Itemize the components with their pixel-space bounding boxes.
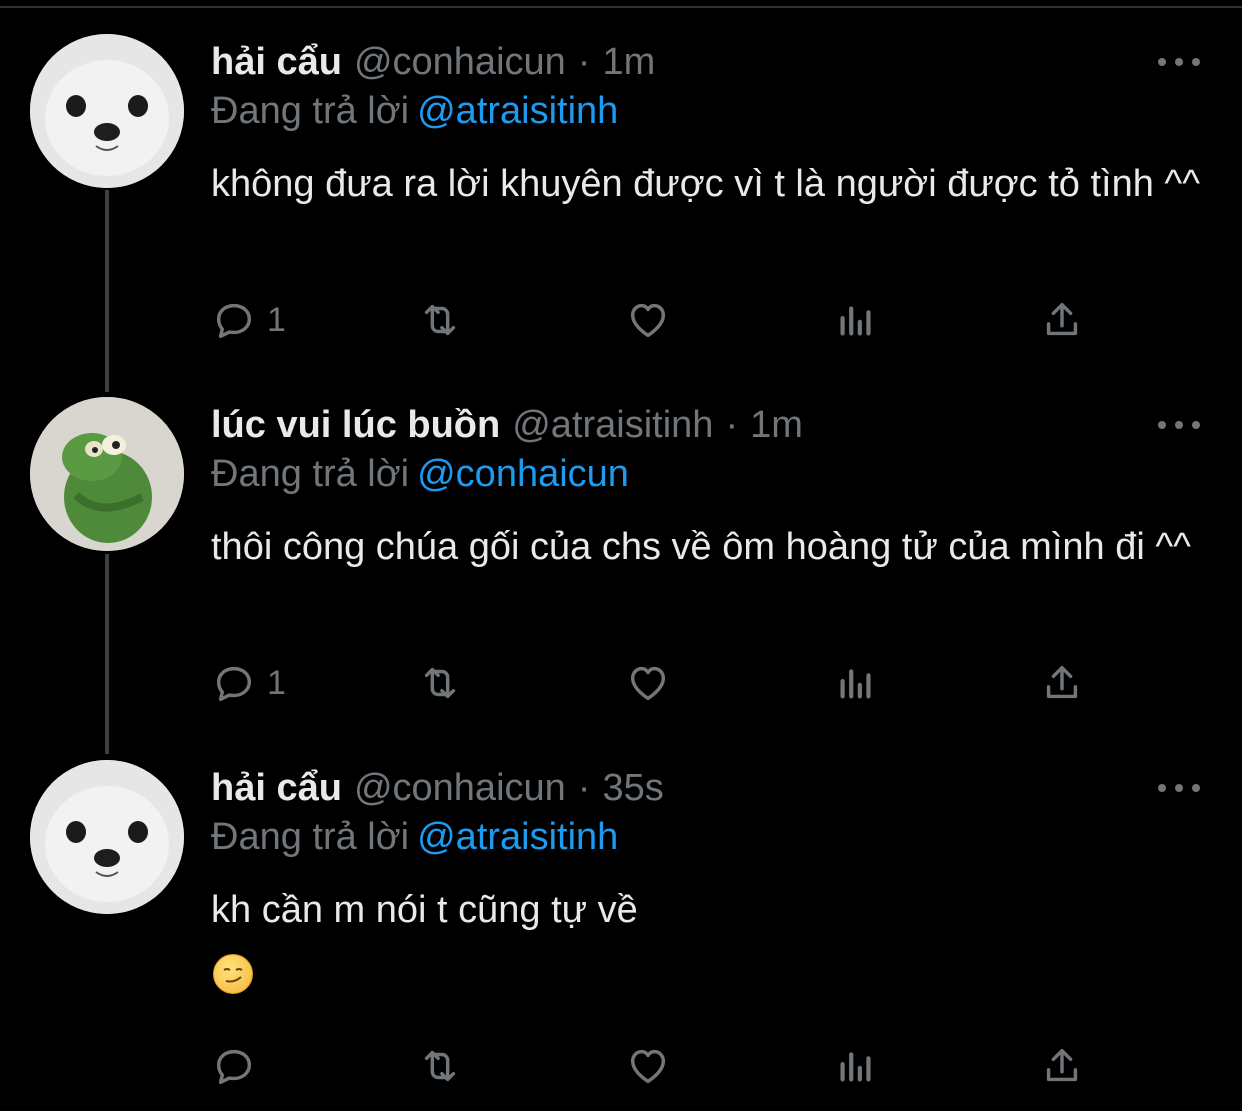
tweet-header: lúc vui lúc buồn @atraisitinh · 1m — [211, 395, 803, 455]
tweet-actions: 1 — [211, 653, 1091, 713]
display-name[interactable]: hải cẩu — [211, 41, 342, 84]
display-name[interactable]: hải cẩu — [211, 767, 342, 810]
share-button[interactable] — [1039, 653, 1085, 713]
seal-avatar[interactable] — [30, 760, 184, 914]
retweet-icon — [424, 1050, 456, 1082]
analytics-button[interactable] — [833, 653, 879, 713]
separator: · — [577, 40, 591, 83]
more-icon[interactable] — [1158, 778, 1200, 798]
mention-link[interactable]: @atraisitinh — [417, 90, 618, 132]
like-icon — [630, 666, 666, 701]
analytics-button[interactable] — [833, 290, 879, 350]
replying-to: Đang trả lời @atraisitinh — [211, 816, 618, 859]
like-button[interactable] — [625, 1036, 671, 1096]
top-divider — [0, 0, 1242, 8]
replying-to-label: Đang trả lời — [211, 90, 410, 132]
share-button[interactable] — [1039, 1036, 1085, 1096]
retweet-icon — [424, 667, 456, 699]
replying-to-label: Đang trả lời — [211, 816, 410, 858]
display-name[interactable]: lúc vui lúc buồn — [211, 404, 500, 447]
like-button[interactable] — [625, 290, 671, 350]
timestamp[interactable]: 1m — [602, 41, 655, 84]
reply-icon — [216, 666, 252, 702]
seal-avatar[interactable] — [30, 34, 184, 188]
share-icon — [1046, 665, 1078, 699]
analytics-button[interactable] — [833, 1036, 879, 1096]
timestamp[interactable]: 1m — [750, 404, 803, 447]
share-button[interactable] — [1039, 290, 1085, 350]
like-button[interactable] — [625, 653, 671, 713]
replying-to: Đang trả lời @conhaicun — [211, 453, 629, 496]
tweet[interactable]: hải cẩu @conhaicun · 1m Đang trả lời @atr… — [0, 32, 1242, 372]
more-icon[interactable] — [1158, 52, 1200, 72]
reply-icon — [216, 303, 252, 339]
user-handle[interactable]: @atraisitinh — [512, 404, 713, 447]
user-handle[interactable]: @conhaicun — [354, 41, 566, 84]
retweet-button[interactable] — [417, 1036, 463, 1096]
user-handle[interactable]: @conhaicun — [354, 767, 566, 810]
replying-to: Đang trả lời @atraisitinh — [211, 90, 618, 133]
tweet[interactable]: hải cẩu @conhaicun · 35s Đang trả lời @at… — [0, 758, 1242, 1098]
like-icon — [630, 303, 666, 338]
share-icon — [1046, 302, 1078, 336]
reply-icon — [216, 1049, 252, 1085]
tweet-text: thôi công chúa gối của chs về ôm hoàng t… — [211, 526, 1192, 568]
green-frog-avatar[interactable] — [30, 397, 184, 551]
separator: · — [725, 403, 739, 446]
separator: · — [577, 766, 591, 809]
analytics-icon — [840, 306, 871, 336]
smirking-face-emoji — [213, 954, 253, 994]
retweet-button[interactable] — [417, 653, 463, 713]
reply-button[interactable]: 1 — [211, 653, 286, 713]
mention-link[interactable]: @conhaicun — [417, 453, 629, 495]
reply-button[interactable]: 1 — [211, 290, 286, 350]
reply-button[interactable] — [211, 1036, 257, 1096]
more-icon[interactable] — [1158, 415, 1200, 435]
tweet-actions — [211, 1036, 1091, 1096]
tweet[interactable]: lúc vui lúc buồn @atraisitinh · 1m Đang … — [0, 395, 1242, 735]
mention-link[interactable]: @atraisitinh — [417, 816, 618, 858]
timestamp[interactable]: 35s — [602, 767, 663, 810]
tweet-actions: 1 — [211, 290, 1091, 350]
tweet-text: không đưa ra lời khuyên được vì t là ngư… — [211, 163, 1201, 205]
share-icon — [1046, 1048, 1078, 1082]
reply-count: 1 — [267, 300, 286, 339]
replying-to-label: Đang trả lời — [211, 453, 410, 495]
retweet-button[interactable] — [417, 290, 463, 350]
like-icon — [630, 1049, 666, 1084]
analytics-icon — [840, 1052, 871, 1082]
tweet-text: kh cần m nói t cũng tự về — [211, 889, 638, 931]
tweet-header: hải cẩu @conhaicun · 1m — [211, 32, 655, 92]
analytics-icon — [840, 669, 871, 699]
retweet-icon — [424, 304, 456, 336]
tweet-header: hải cẩu @conhaicun · 35s — [211, 758, 664, 818]
reply-count: 1 — [267, 663, 286, 702]
